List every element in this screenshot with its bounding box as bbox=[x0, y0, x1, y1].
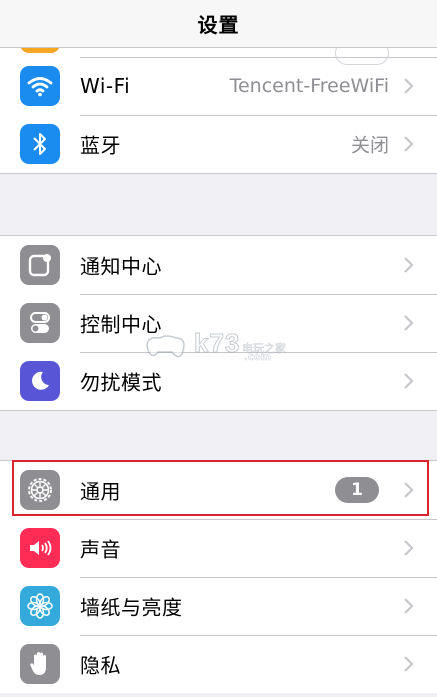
moon-icon bbox=[20, 361, 60, 401]
settings-row-privacy[interactable]: 隐私 bbox=[0, 635, 437, 693]
notification-center-label: 通知中心 bbox=[80, 254, 162, 279]
update-count-badge: 1 bbox=[335, 477, 379, 503]
chevron-right-icon bbox=[404, 373, 414, 389]
chevron-right-icon bbox=[404, 540, 414, 556]
chevron-right-icon bbox=[404, 136, 414, 152]
chevron-right-icon bbox=[404, 656, 414, 672]
privacy-label: 隐私 bbox=[80, 653, 121, 678]
sounds-label: 声音 bbox=[80, 537, 121, 562]
chevron-right-icon bbox=[404, 482, 414, 498]
general-label: 通用 bbox=[80, 479, 121, 504]
wallpaper-label: 墙纸与亮度 bbox=[80, 595, 183, 620]
hand-icon bbox=[20, 644, 60, 684]
watermark-domain: .com bbox=[244, 352, 272, 364]
settings-row-notification-center[interactable]: 通知中心 bbox=[0, 236, 437, 294]
wifi-label: Wi-Fi bbox=[80, 74, 131, 98]
bluetooth-value: 关闭 bbox=[350, 134, 389, 157]
wifi-icon bbox=[20, 66, 60, 106]
preferences-group: 通用 1 声音 墙纸与亮度 隐私 bbox=[0, 460, 437, 693]
gear-icon bbox=[20, 470, 60, 510]
chevron-right-icon bbox=[404, 257, 414, 273]
control-center-icon bbox=[20, 303, 60, 343]
settings-row-general[interactable]: 通用 1 bbox=[0, 461, 437, 519]
bluetooth-icon bbox=[20, 124, 60, 164]
system-group: 通知中心 控制中心 勿扰模式 bbox=[0, 235, 437, 411]
page-title: 设置 bbox=[197, 13, 240, 37]
watermark-logo: k73 电玩之家 .com bbox=[140, 326, 300, 366]
wallpaper-flower-icon bbox=[20, 586, 60, 626]
chevron-right-icon bbox=[404, 78, 414, 94]
gamepad-icon bbox=[146, 335, 185, 358]
watermark-text: k73 bbox=[193, 328, 241, 359]
chevron-right-icon bbox=[404, 315, 414, 331]
wifi-value: Tencent-FreeWiFi bbox=[229, 75, 389, 97]
do-not-disturb-label: 勿扰模式 bbox=[80, 370, 162, 395]
settings-row-wallpaper[interactable]: 墙纸与亮度 bbox=[0, 577, 437, 635]
chevron-right-icon bbox=[404, 598, 414, 614]
speaker-icon bbox=[20, 528, 60, 568]
bluetooth-label: 蓝牙 bbox=[80, 133, 121, 158]
settings-row-bluetooth[interactable]: 蓝牙 关闭 bbox=[0, 115, 437, 173]
settings-row-wifi[interactable]: Wi-Fi Tencent-FreeWiFi bbox=[0, 57, 437, 115]
notification-center-icon bbox=[20, 245, 60, 285]
settings-row-sounds[interactable]: 声音 bbox=[0, 519, 437, 577]
navigation-bar: 设置 bbox=[0, 0, 437, 48]
